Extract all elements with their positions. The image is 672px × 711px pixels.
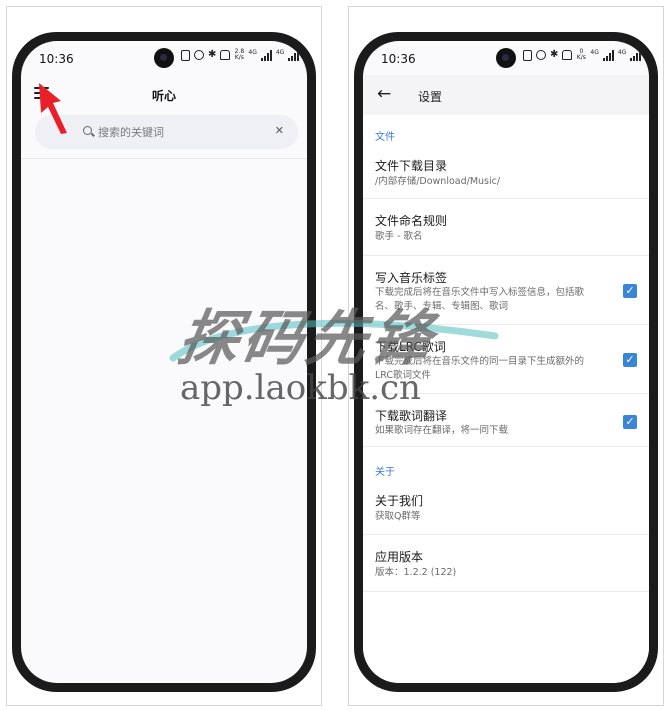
signal-icon-2	[630, 49, 642, 61]
watermark-logo: 探码先锋	[172, 304, 442, 374]
back-arrow-icon[interactable]: ←	[377, 85, 391, 103]
setting-subtitle: 版本：1.2.2 (122)	[375, 567, 457, 578]
setting-title: 文件命名规则	[375, 214, 448, 228]
close-icon[interactable]: ✕	[275, 124, 284, 137]
mute-icon	[220, 50, 231, 60]
network-type: 4G	[590, 49, 599, 56]
status-time: 10:36	[381, 52, 416, 66]
bluetooth-icon: ✱	[550, 49, 559, 60]
setting-file-naming[interactable]: 文件命名规则 歌手 - 歌名	[363, 200, 649, 256]
network-speed: 0 K/s	[576, 48, 586, 61]
alarm-icon	[536, 50, 546, 60]
download-lrc-checkbox[interactable]: ✓	[623, 353, 637, 367]
battery-icon: 49	[645, 49, 649, 61]
network-speed: 2.8 K/s	[234, 48, 245, 61]
setting-title: 下载歌词翻译	[375, 409, 448, 423]
download-translation-checkbox[interactable]: ✓	[623, 415, 637, 429]
status-icons: ✱ 2.8 K/s 4G 4G 49	[181, 49, 307, 61]
setting-about-us[interactable]: 关于我们 获取Q群等	[363, 480, 649, 535]
status-icons: ✱ 0 K/s 4G 4G 49	[523, 49, 649, 61]
network-type: 4G	[248, 49, 257, 56]
status-bar: 10:36 ✱ 2.8 K/s 4G 4G 49	[21, 41, 307, 75]
alarm-icon	[194, 50, 204, 60]
battery-icon: 49	[303, 49, 307, 61]
setting-subtitle: 歌手 - 歌名	[375, 231, 423, 242]
settings-header: ← 设置	[363, 75, 649, 115]
annotation-arrow-icon	[39, 83, 67, 134]
setting-title: 应用版本	[375, 550, 424, 564]
nfc-icon	[181, 49, 190, 61]
setting-subtitle: 如果歌词存在翻译，将一同下载	[375, 425, 509, 436]
page-title: 设置	[418, 90, 443, 104]
setting-title: 写入音乐标签	[375, 271, 448, 285]
write-tags-checkbox[interactable]: ✓	[623, 284, 637, 298]
setting-app-version[interactable]: 应用版本 版本：1.2.2 (122)	[363, 536, 649, 592]
signal-icon	[602, 49, 614, 61]
status-time: 10:36	[39, 52, 74, 66]
section-label-about: 关于	[375, 467, 395, 478]
signal-icon	[260, 49, 272, 61]
search-icon	[83, 126, 92, 135]
divider	[21, 158, 307, 159]
setting-title: 关于我们	[375, 494, 424, 508]
status-bar: 10:36 ✱ 0 K/s 4G 4G 49	[363, 41, 649, 75]
front-camera	[154, 48, 174, 68]
mute-icon	[562, 50, 573, 60]
setting-download-directory[interactable]: 文件下载目录 /内部存储/Download/Music/	[363, 145, 649, 199]
signal-icon-2	[288, 49, 300, 61]
network-type-2: 4G	[275, 49, 285, 56]
setting-subtitle: 获取Q群等	[375, 511, 421, 522]
nfc-icon	[523, 49, 532, 61]
setting-title: 文件下载目录	[375, 159, 448, 173]
search-input[interactable]	[98, 124, 258, 140]
section-label-file: 文件	[375, 132, 395, 143]
front-camera	[496, 48, 516, 68]
network-type-2: 4G	[617, 49, 627, 56]
bluetooth-icon: ✱	[208, 49, 217, 60]
watermark-url: app.laokbk.cn	[180, 368, 421, 408]
setting-subtitle: /内部存储/Download/Music/	[375, 176, 501, 187]
